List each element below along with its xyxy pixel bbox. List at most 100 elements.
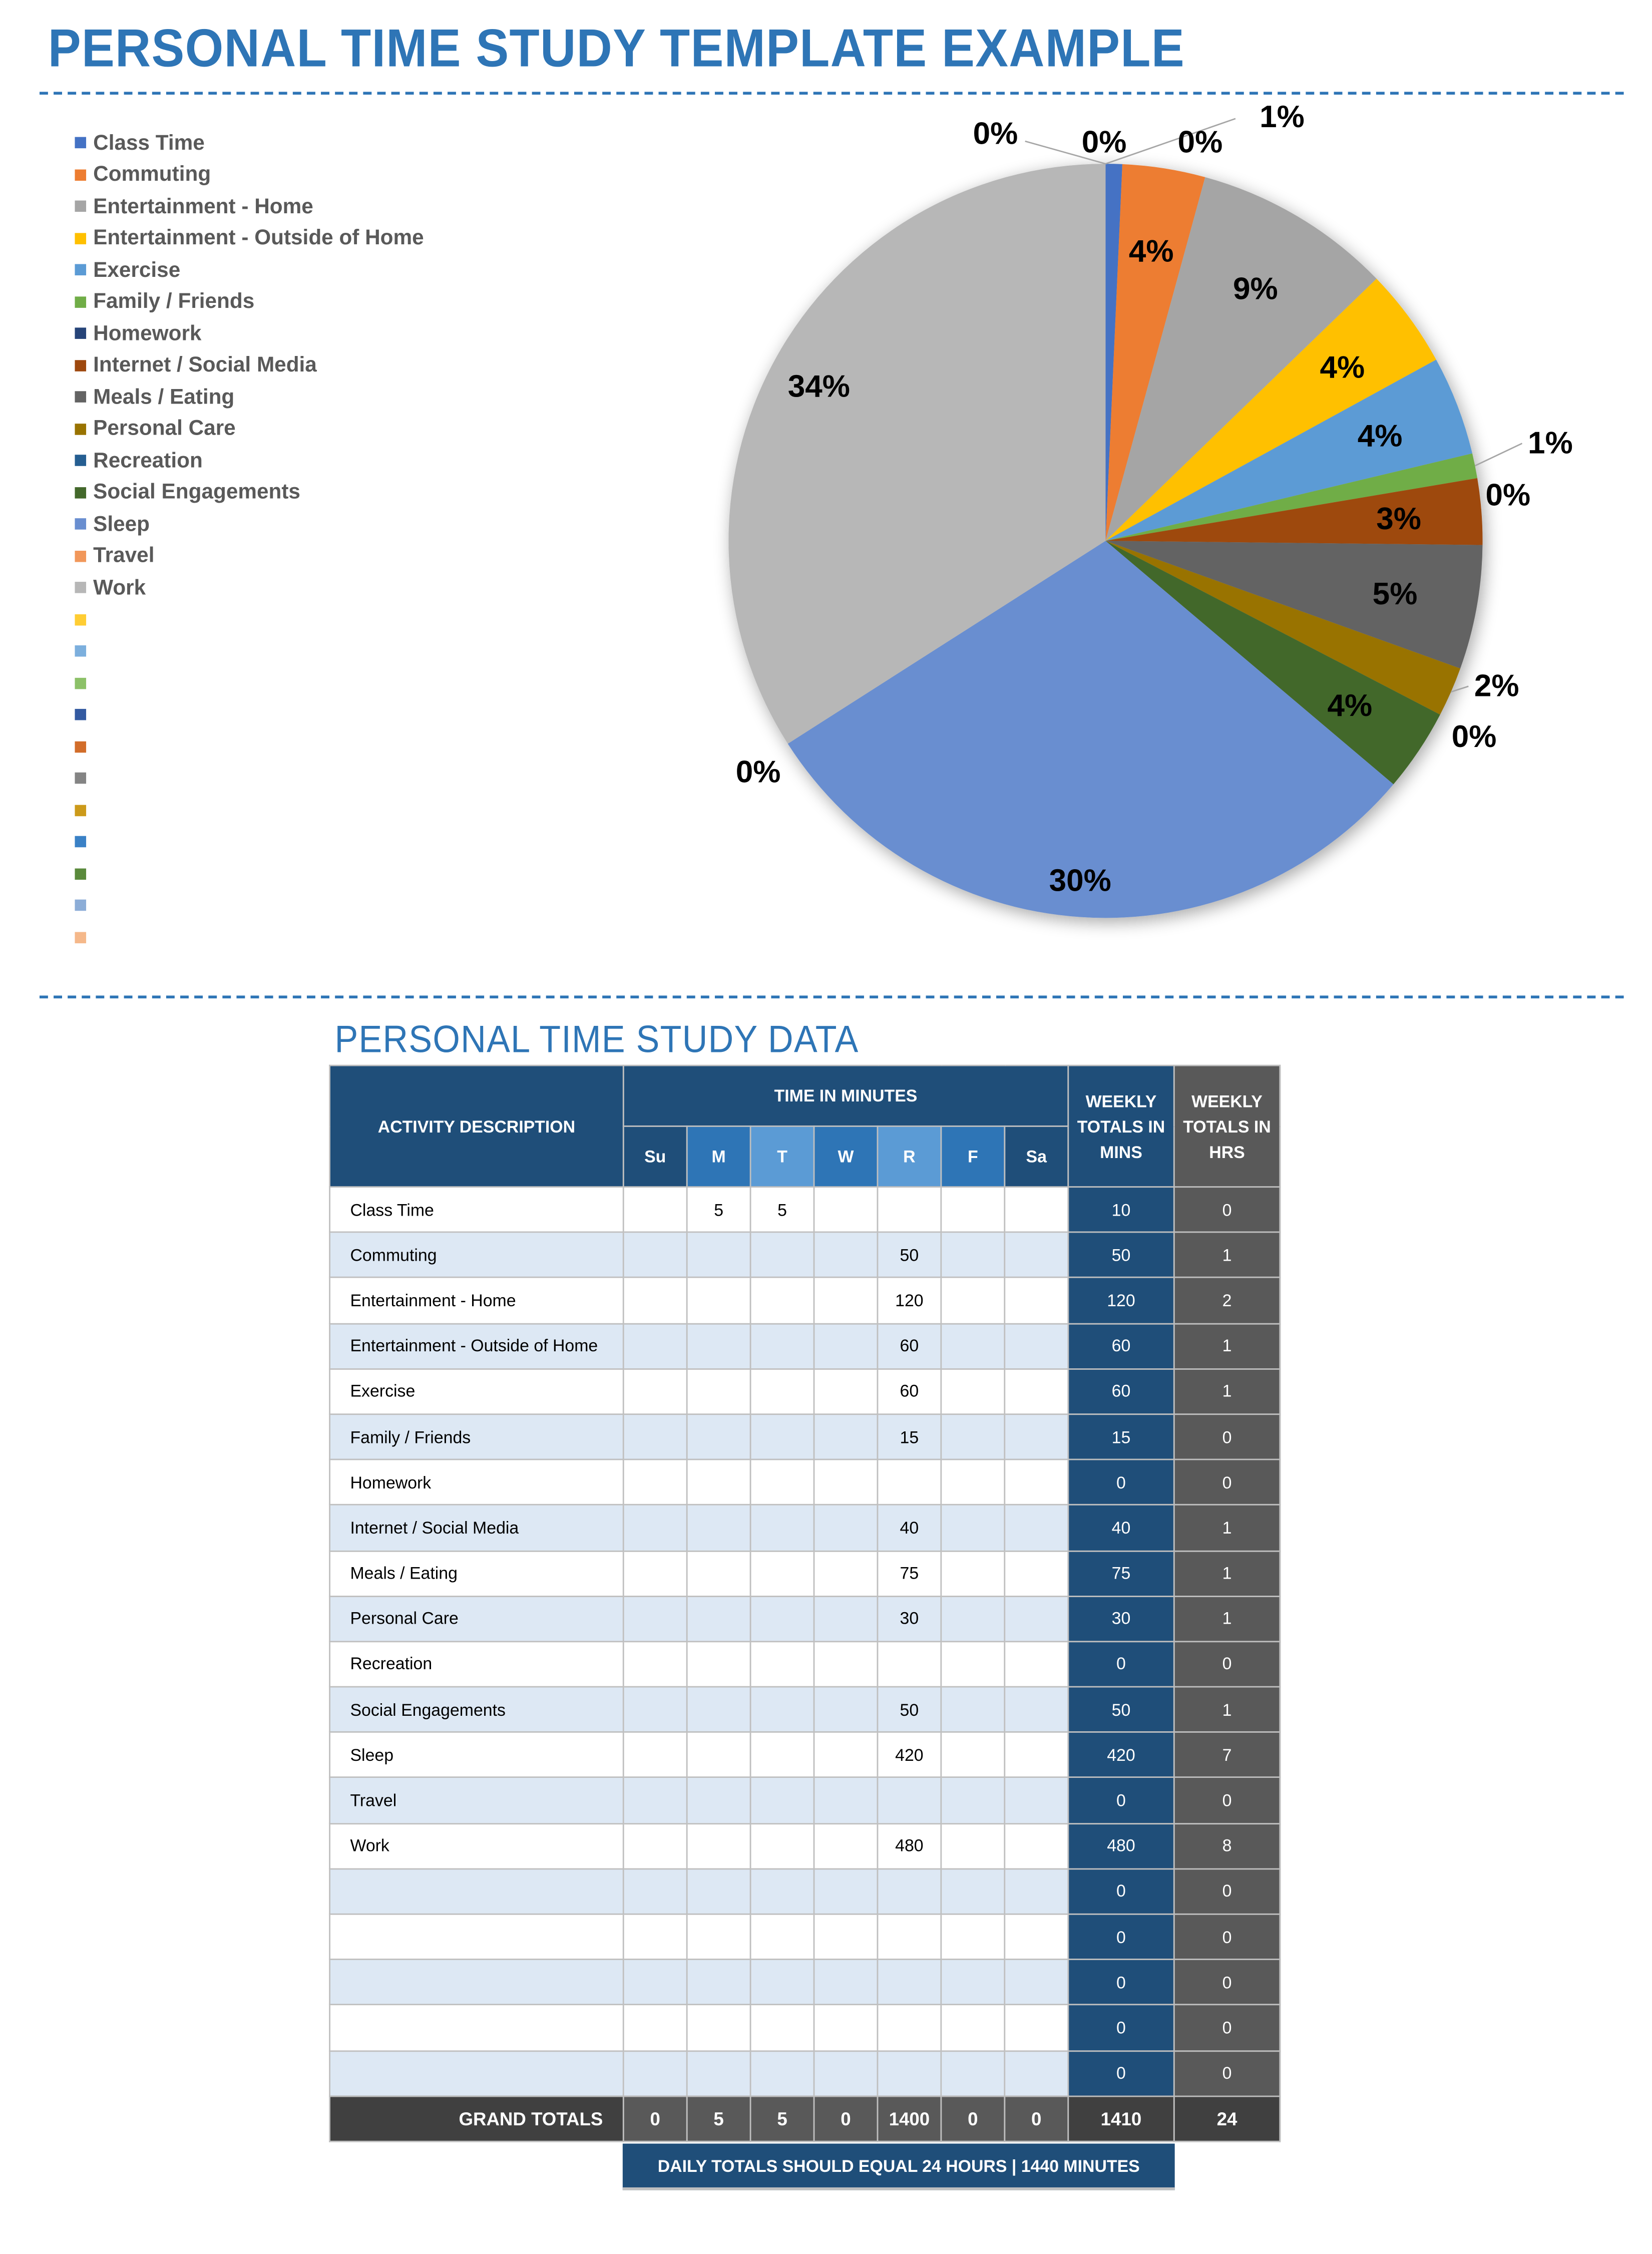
- activity-cell[interactable]: Sleep: [329, 1731, 624, 1779]
- day-minutes-cell[interactable]: [940, 1731, 1006, 1779]
- day-minutes-cell[interactable]: [1004, 1277, 1069, 1324]
- day-minutes-cell[interactable]: [749, 1595, 815, 1642]
- day-minutes-cell[interactable]: [940, 1913, 1006, 1961]
- day-minutes-cell[interactable]: [813, 1641, 879, 1688]
- day-minutes-cell[interactable]: [813, 1867, 879, 1915]
- day-minutes-cell[interactable]: [940, 1550, 1006, 1597]
- activity-cell[interactable]: Internet / Social Media: [329, 1504, 624, 1552]
- day-minutes-cell[interactable]: [813, 1504, 879, 1552]
- day-minutes-cell[interactable]: [813, 1731, 879, 1779]
- day-minutes-cell[interactable]: 5: [749, 1186, 815, 1233]
- day-minutes-cell[interactable]: [622, 1641, 688, 1688]
- day-minutes-cell[interactable]: [1004, 1504, 1069, 1552]
- day-minutes-cell[interactable]: [940, 1641, 1006, 1688]
- day-minutes-cell[interactable]: 420: [877, 1731, 942, 1779]
- activity-cell[interactable]: Commuting: [329, 1231, 624, 1279]
- day-minutes-cell[interactable]: [749, 1550, 815, 1597]
- day-minutes-cell[interactable]: [686, 1504, 751, 1552]
- day-minutes-cell[interactable]: [622, 1686, 688, 1733]
- activity-cell[interactable]: Family / Friends: [329, 1413, 624, 1460]
- activity-cell[interactable]: Recreation: [329, 1641, 624, 1688]
- activity-cell[interactable]: [329, 1867, 624, 1915]
- day-minutes-cell[interactable]: [813, 1550, 879, 1597]
- day-minutes-cell[interactable]: [813, 1458, 879, 1506]
- day-minutes-cell[interactable]: [686, 1458, 751, 1506]
- activity-cell[interactable]: Personal Care: [329, 1595, 624, 1642]
- day-minutes-cell[interactable]: [940, 1322, 1006, 1370]
- day-minutes-cell[interactable]: [877, 1777, 942, 1824]
- activity-cell[interactable]: [329, 1959, 624, 2006]
- day-minutes-cell[interactable]: [686, 1595, 751, 1642]
- activity-cell[interactable]: Exercise: [329, 1368, 624, 1415]
- day-minutes-cell[interactable]: 5: [686, 1186, 751, 1233]
- day-minutes-cell[interactable]: [1004, 1186, 1069, 1233]
- day-minutes-cell[interactable]: [813, 1959, 879, 2006]
- day-minutes-cell[interactable]: 30: [877, 1595, 942, 1642]
- day-minutes-cell[interactable]: 480: [877, 1822, 942, 1869]
- day-minutes-cell[interactable]: [813, 1822, 879, 1869]
- day-minutes-cell[interactable]: [813, 1413, 879, 1460]
- day-minutes-cell[interactable]: [686, 1731, 751, 1779]
- day-minutes-cell[interactable]: [813, 1595, 879, 1642]
- day-minutes-cell[interactable]: [877, 1641, 942, 1688]
- day-minutes-cell[interactable]: [686, 1686, 751, 1733]
- day-minutes-cell[interactable]: [877, 2050, 942, 2097]
- day-minutes-cell[interactable]: [749, 1686, 815, 1733]
- day-minutes-cell[interactable]: [686, 1322, 751, 1370]
- day-minutes-cell[interactable]: [749, 1731, 815, 1779]
- day-minutes-cell[interactable]: [813, 1277, 879, 1324]
- day-minutes-cell[interactable]: [686, 2050, 751, 2097]
- day-minutes-cell[interactable]: [622, 1913, 688, 1961]
- day-minutes-cell[interactable]: [622, 1867, 688, 1915]
- activity-cell[interactable]: Travel: [329, 1777, 624, 1824]
- day-minutes-cell[interactable]: [813, 1777, 879, 1824]
- day-minutes-cell[interactable]: [622, 1550, 688, 1597]
- day-minutes-cell[interactable]: [1004, 1368, 1069, 1415]
- day-minutes-cell[interactable]: [940, 1504, 1006, 1552]
- activity-cell[interactable]: Entertainment - Outside of Home: [329, 1322, 624, 1370]
- day-minutes-cell[interactable]: [813, 1186, 879, 1233]
- activity-cell[interactable]: Work: [329, 1822, 624, 1869]
- day-minutes-cell[interactable]: [877, 1186, 942, 1233]
- day-minutes-cell[interactable]: [749, 1641, 815, 1688]
- day-minutes-cell[interactable]: [1004, 1731, 1069, 1779]
- day-minutes-cell[interactable]: [813, 1322, 879, 1370]
- day-minutes-cell[interactable]: [749, 2004, 815, 2051]
- day-minutes-cell[interactable]: [1004, 1595, 1069, 1642]
- day-minutes-cell[interactable]: 50: [877, 1686, 942, 1733]
- day-minutes-cell[interactable]: [622, 1277, 688, 1324]
- day-minutes-cell[interactable]: [1004, 1686, 1069, 1733]
- day-minutes-cell[interactable]: [749, 1322, 815, 1370]
- day-minutes-cell[interactable]: [1004, 1822, 1069, 1869]
- day-minutes-cell[interactable]: [622, 1595, 688, 1642]
- activity-cell[interactable]: Class Time: [329, 1186, 624, 1233]
- day-minutes-cell[interactable]: [749, 1368, 815, 1415]
- activity-cell[interactable]: Entertainment - Home: [329, 1277, 624, 1324]
- day-minutes-cell[interactable]: [877, 2004, 942, 2051]
- day-minutes-cell[interactable]: [622, 1777, 688, 1824]
- day-minutes-cell[interactable]: [813, 2050, 879, 2097]
- activity-cell[interactable]: [329, 2050, 624, 2097]
- activity-cell[interactable]: Social Engagements: [329, 1686, 624, 1733]
- day-minutes-cell[interactable]: [749, 1504, 815, 1552]
- day-minutes-cell[interactable]: 60: [877, 1322, 942, 1370]
- day-minutes-cell[interactable]: [1004, 1777, 1069, 1824]
- day-minutes-cell[interactable]: [1004, 2004, 1069, 2051]
- day-minutes-cell[interactable]: [749, 2050, 815, 2097]
- day-minutes-cell[interactable]: [686, 2004, 751, 2051]
- day-minutes-cell[interactable]: [940, 1959, 1006, 2006]
- day-minutes-cell[interactable]: [1004, 1322, 1069, 1370]
- day-minutes-cell[interactable]: 120: [877, 1277, 942, 1324]
- day-minutes-cell[interactable]: [622, 2004, 688, 2051]
- day-minutes-cell[interactable]: [877, 1959, 942, 2006]
- day-minutes-cell[interactable]: [686, 1777, 751, 1824]
- day-minutes-cell[interactable]: [940, 2050, 1006, 2097]
- day-minutes-cell[interactable]: [940, 1277, 1006, 1324]
- activity-cell[interactable]: [329, 2004, 624, 2051]
- day-minutes-cell[interactable]: [686, 1959, 751, 2006]
- day-minutes-cell[interactable]: [940, 1186, 1006, 1233]
- day-minutes-cell[interactable]: [940, 1413, 1006, 1460]
- day-minutes-cell[interactable]: [686, 1368, 751, 1415]
- day-minutes-cell[interactable]: [813, 1368, 879, 1415]
- day-minutes-cell[interactable]: 40: [877, 1504, 942, 1552]
